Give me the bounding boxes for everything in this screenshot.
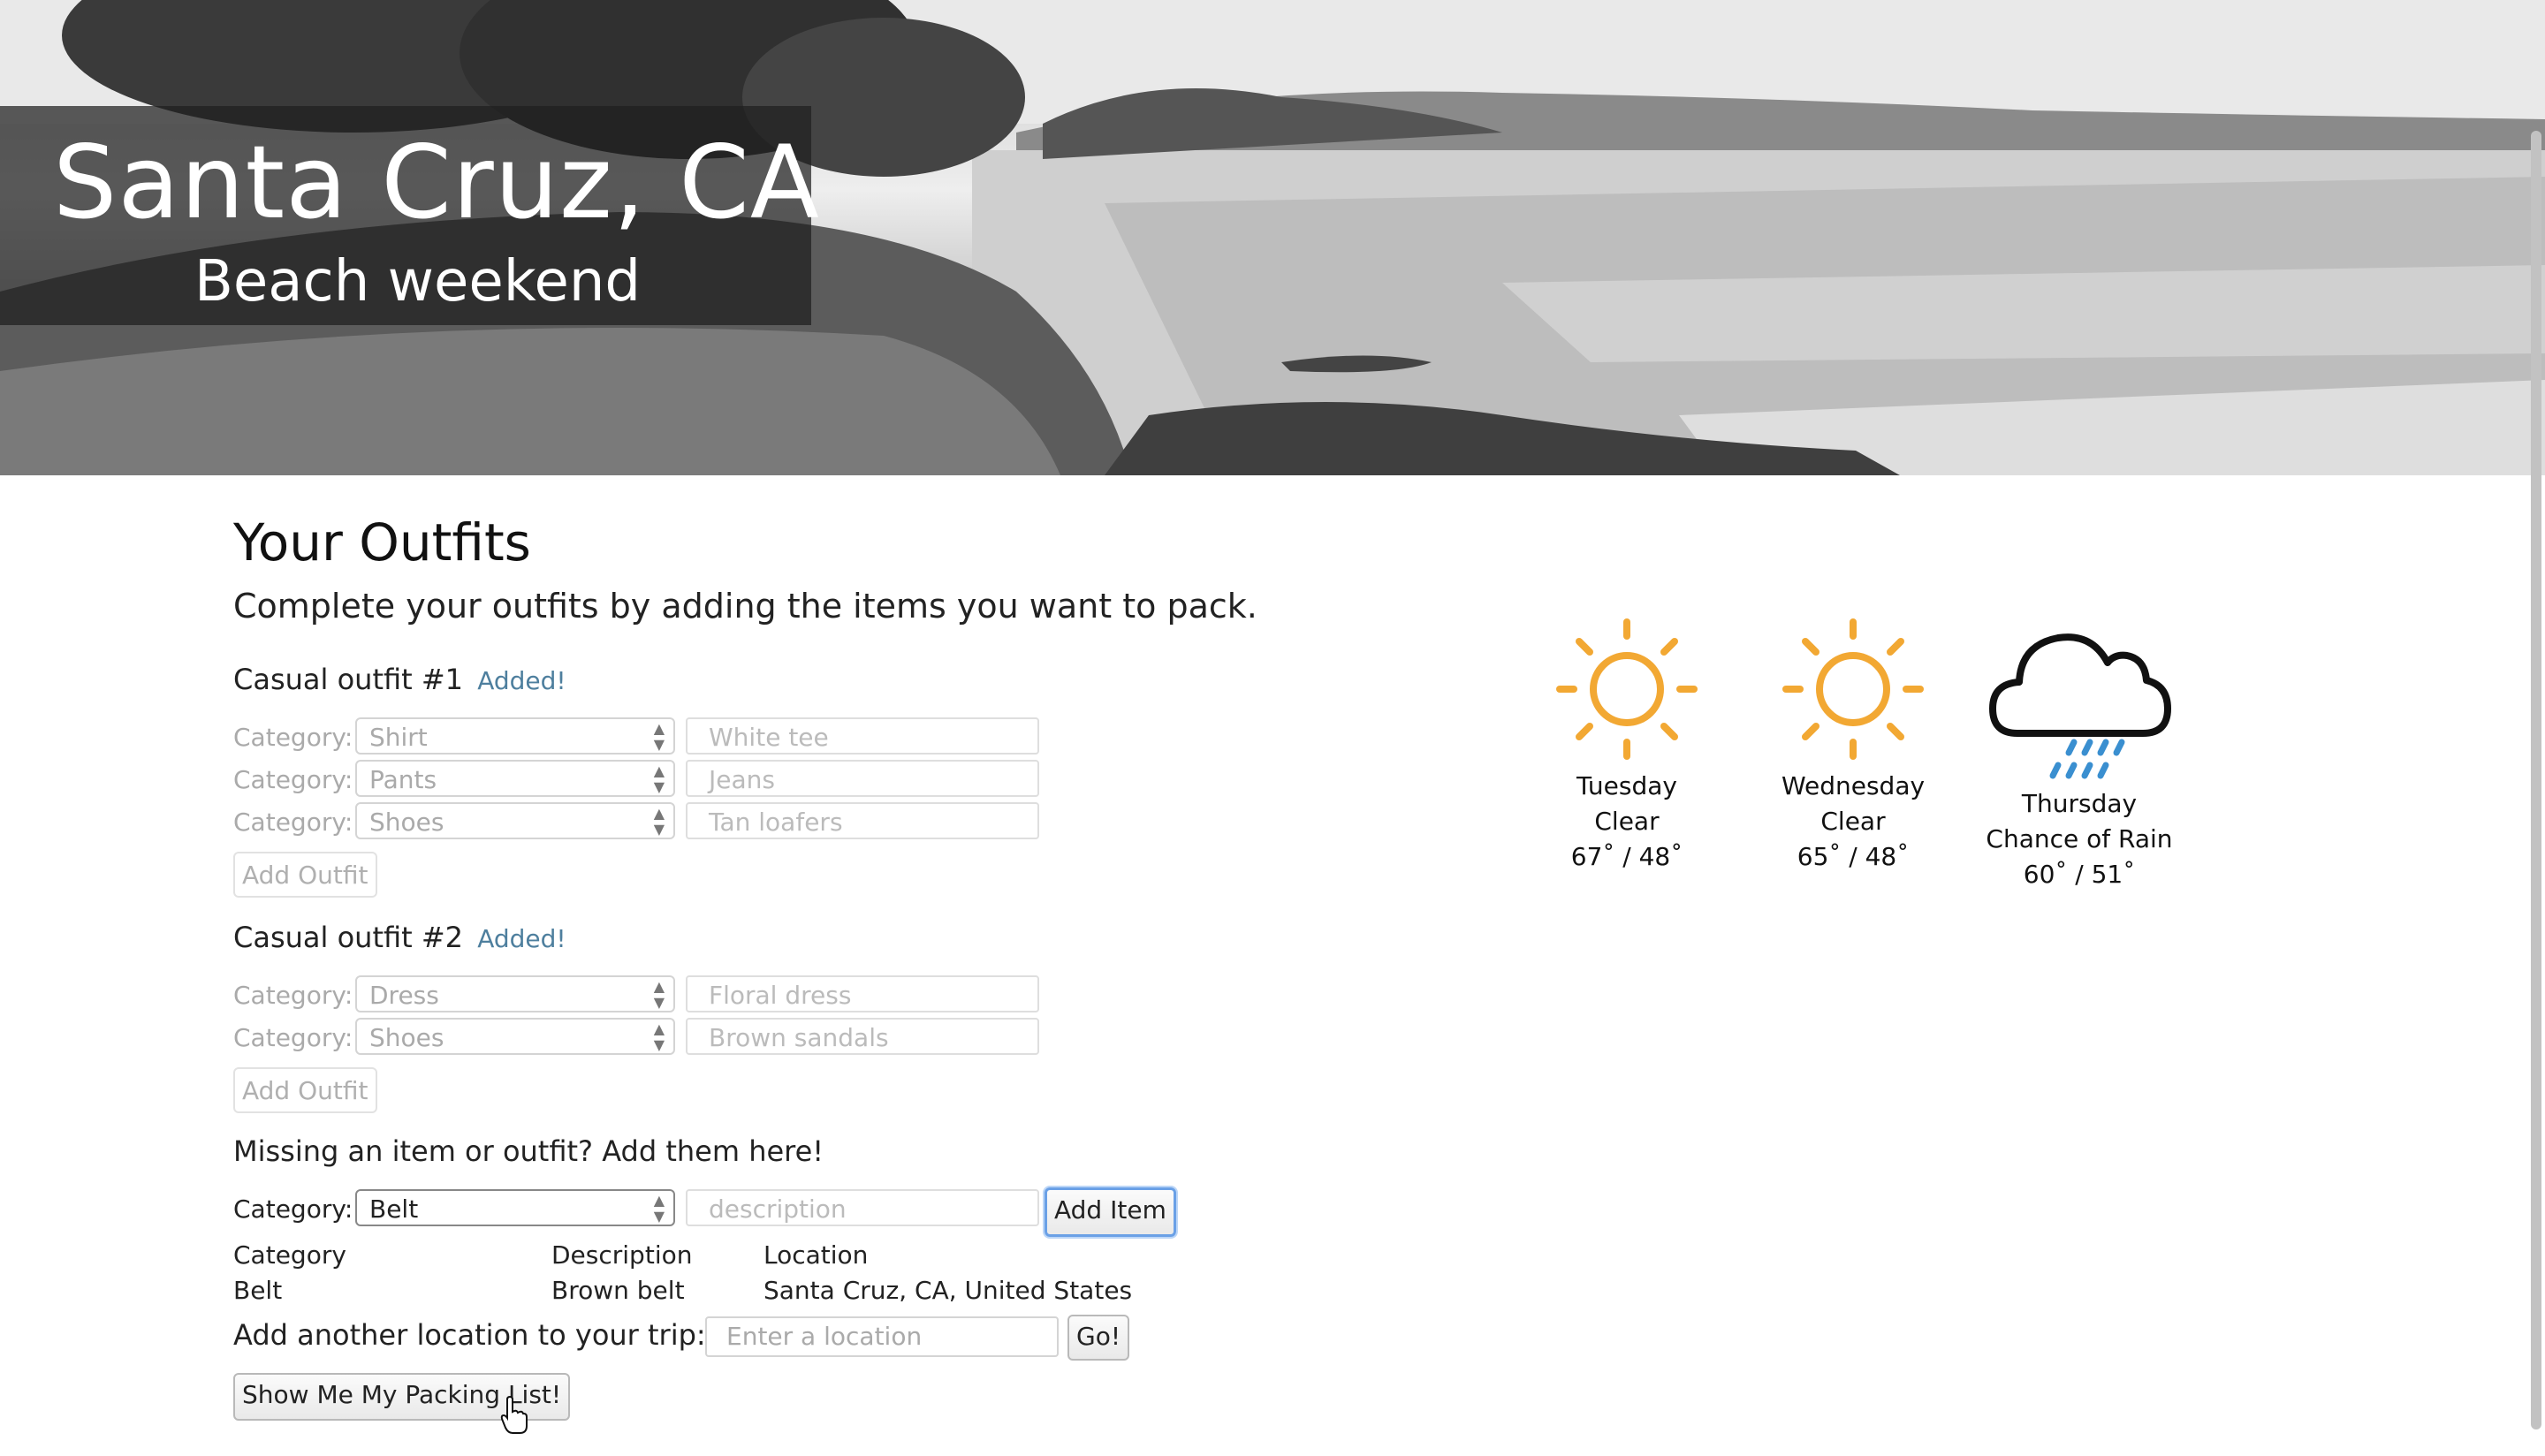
weather-day-name: Tuesday bbox=[1576, 771, 1677, 800]
select-arrows-icon: ▲ ▼ bbox=[653, 1020, 665, 1053]
weather-condition: Chance of Rain bbox=[1986, 824, 2173, 853]
added-status: Added! bbox=[477, 924, 566, 953]
description-input[interactable]: Tan loafers bbox=[686, 802, 1039, 839]
category-select[interactable]: Pants ▲ ▼ bbox=[355, 760, 675, 797]
description-input[interactable]: Floral dress bbox=[686, 975, 1039, 1012]
table-header-location: Location bbox=[764, 1240, 869, 1270]
weather-temps: 65˚ / 48˚ bbox=[1797, 842, 1910, 871]
category-label: Category: bbox=[233, 1194, 353, 1224]
title-panel: Santa Cruz, CA Beach weekend bbox=[0, 106, 819, 325]
weather-day-name: Wednesday bbox=[1781, 771, 1926, 800]
go-button[interactable]: Go! bbox=[1067, 1315, 1130, 1361]
category-value: Belt bbox=[369, 1194, 419, 1224]
category-value: Dress bbox=[369, 981, 439, 1010]
add-outfit-button[interactable]: Add Outfit bbox=[233, 1067, 377, 1113]
trip-name: Beach weekend bbox=[194, 249, 642, 315]
page-lead: Complete your outfits by adding the item… bbox=[233, 587, 1257, 626]
category-select[interactable]: Shirt ▲ ▼ bbox=[355, 717, 675, 755]
weather-condition: Clear bbox=[1820, 807, 1886, 836]
category-value: Shoes bbox=[369, 808, 444, 837]
sun-icon bbox=[1556, 618, 1698, 760]
description-input[interactable]: Brown sandals bbox=[686, 1018, 1039, 1055]
category-select[interactable]: Shoes ▲ ▼ bbox=[355, 1018, 675, 1055]
weather-day-name: Thursday bbox=[2021, 789, 2138, 818]
category-select[interactable]: Shoes ▲ ▼ bbox=[355, 802, 675, 839]
description-input[interactable]: White tee bbox=[686, 717, 1039, 755]
location-label: Add another location to your trip: bbox=[233, 1318, 706, 1352]
category-select[interactable]: Dress ▲ ▼ bbox=[355, 975, 675, 1012]
weather-day: Tuesday Clear 67˚ / 48˚ bbox=[1516, 610, 1737, 875]
outfit-title: Casual outfit #1 Added! bbox=[233, 663, 566, 696]
category-label: Category: bbox=[233, 1023, 353, 1052]
add-outfit-button[interactable]: Add Outfit bbox=[233, 852, 377, 898]
hand-cursor-icon bbox=[500, 1396, 528, 1434]
table-cell-description: Brown belt bbox=[551, 1276, 685, 1305]
hero-banner: Santa Cruz, CA Beach weekend bbox=[0, 0, 2545, 475]
sun-icon bbox=[1782, 618, 1924, 760]
select-arrows-icon: ▲ ▼ bbox=[653, 1192, 665, 1225]
category-value: Shoes bbox=[369, 1023, 444, 1052]
table-cell-location: Santa Cruz, CA, United States bbox=[764, 1276, 1133, 1305]
table-header-description: Description bbox=[551, 1240, 693, 1270]
category-label: Category: bbox=[233, 723, 353, 752]
table-cell-category: Belt bbox=[233, 1276, 283, 1305]
city-title: Santa Cruz, CA bbox=[53, 124, 820, 241]
description-input[interactable]: description bbox=[686, 1189, 1039, 1226]
page-title: Your Outfits bbox=[233, 512, 531, 573]
weather-day: Wednesday Clear 65˚ / 48˚ bbox=[1743, 610, 1964, 875]
added-status: Added! bbox=[477, 666, 566, 695]
weather-day: Thursday Chance of Rain 60˚ / 51˚ bbox=[1969, 610, 2190, 892]
weather-condition: Clear bbox=[1594, 807, 1660, 836]
category-select[interactable]: Belt ▲ ▼ bbox=[355, 1189, 675, 1226]
category-value: Pants bbox=[369, 765, 437, 794]
scrollbar-thumb[interactable] bbox=[2531, 131, 2541, 1429]
rain-cloud-icon bbox=[1989, 633, 2171, 779]
add-item-button[interactable]: Add Item bbox=[1045, 1187, 1176, 1237]
category-value: Shirt bbox=[369, 723, 428, 752]
select-arrows-icon: ▲ ▼ bbox=[653, 805, 665, 838]
weather-temps: 60˚ / 51˚ bbox=[2023, 860, 2136, 889]
category-label: Category: bbox=[233, 981, 353, 1010]
select-arrows-icon: ▲ ▼ bbox=[653, 720, 665, 753]
outfit-name: Casual outfit #1 bbox=[233, 663, 464, 696]
select-arrows-icon: ▲ ▼ bbox=[653, 762, 665, 795]
select-arrows-icon: ▲ ▼ bbox=[653, 978, 665, 1011]
category-label: Category: bbox=[233, 765, 353, 794]
outfit-name: Casual outfit #2 bbox=[233, 921, 464, 954]
location-input[interactable]: Enter a location bbox=[705, 1316, 1059, 1357]
missing-heading: Missing an item or outfit? Add them here… bbox=[233, 1134, 824, 1168]
description-input[interactable]: Jeans bbox=[686, 760, 1039, 797]
category-label: Category: bbox=[233, 808, 353, 837]
outfit-title: Casual outfit #2 Added! bbox=[233, 921, 566, 954]
table-header-category: Category bbox=[233, 1240, 346, 1270]
weather-temps: 67˚ / 48˚ bbox=[1570, 842, 1683, 871]
